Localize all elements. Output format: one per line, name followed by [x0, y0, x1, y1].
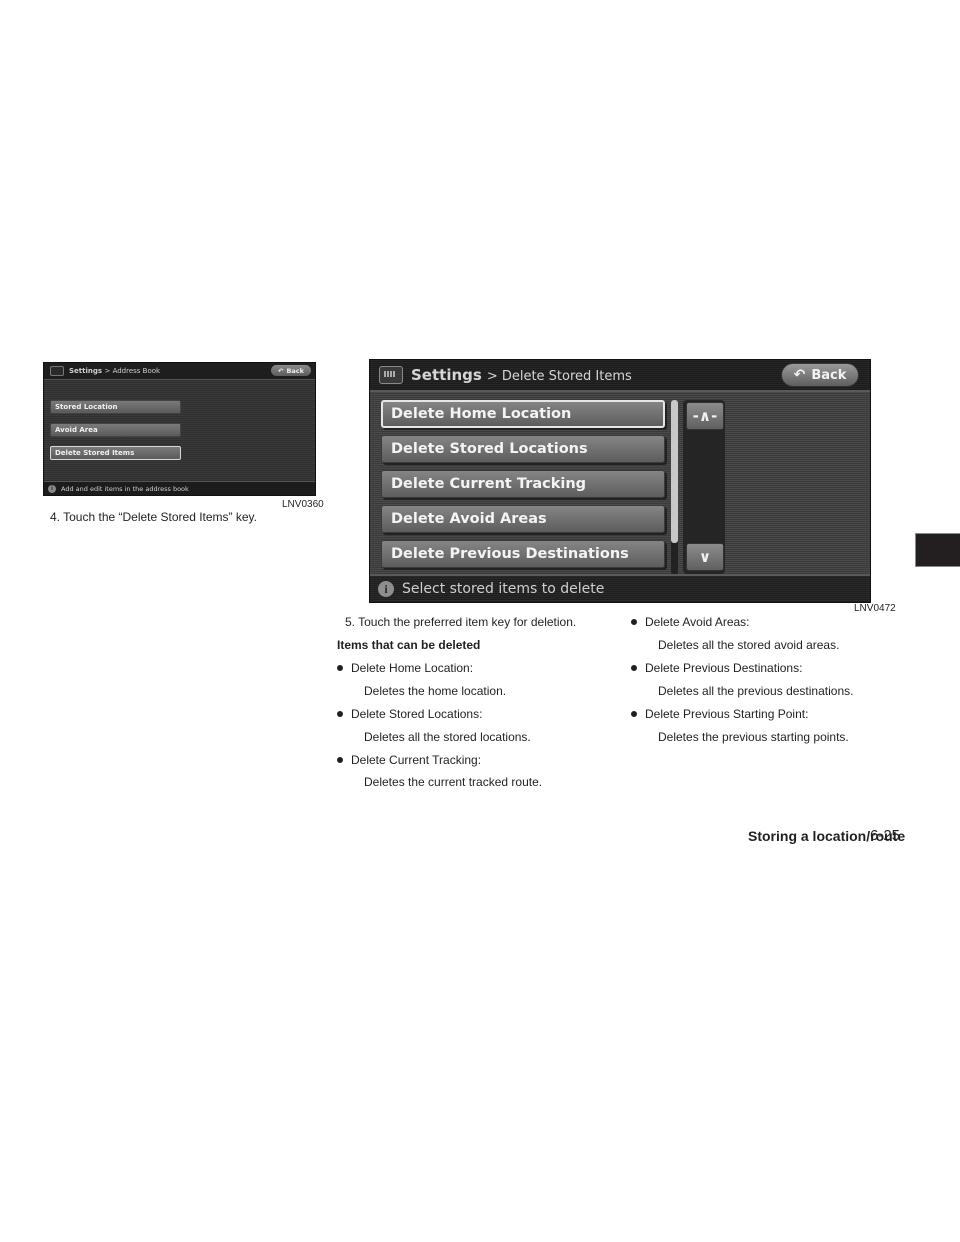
bullet-icon	[337, 664, 343, 671]
delete-stored-locations-key[interactable]: Delete Stored Locations	[381, 435, 665, 463]
screen-footer: i Add and edit items in the address book	[44, 481, 315, 495]
bullet-icon	[337, 710, 343, 717]
screen-header: Settings > Address Book ↶ Back	[44, 363, 315, 380]
delete-stored-items-key[interactable]: Delete Stored Items	[50, 446, 181, 460]
page-number: 6-25	[870, 827, 901, 844]
item-title: Delete Previous Starting Point:	[631, 707, 808, 721]
item-desc: Deletes the previous starting points.	[658, 730, 849, 744]
footer-message: Add and edit items in the address book	[61, 484, 189, 493]
back-arrow-icon: ↶	[793, 367, 806, 383]
item-title: Delete Home Location:	[337, 661, 473, 675]
info-icon: i	[48, 484, 56, 493]
step-4-text: 4. Touch the “Delete Stored Items” key.	[50, 510, 257, 524]
menu-icon[interactable]	[379, 366, 403, 384]
footer-message: Select stored items to delete	[402, 581, 605, 597]
figure-label: LNV0360	[282, 499, 324, 510]
item-desc: Deletes the current tracked route.	[364, 775, 543, 789]
menu-icon[interactable]	[50, 366, 64, 376]
item-desc: Deletes all the previous destinations.	[658, 684, 854, 698]
avoid-area-key[interactable]: Avoid Area	[50, 423, 181, 437]
item-desc: Deletes all the stored locations.	[364, 730, 531, 744]
bullet-icon	[631, 618, 637, 625]
bullet-icon	[631, 710, 637, 717]
items-heading: Items that can be deleted	[337, 638, 481, 652]
back-button[interactable]: ↶ Back	[781, 363, 859, 387]
double-chevron-up-icon: -∧-	[692, 407, 718, 425]
item-title: Delete Stored Locations:	[337, 707, 482, 721]
scroll-up-button[interactable]: -∧-	[686, 402, 724, 430]
bullet-icon	[631, 664, 637, 671]
delete-home-location-key[interactable]: Delete Home Location	[381, 400, 665, 428]
back-arrow-icon: ↶	[278, 366, 284, 375]
back-button[interactable]: ↶ Back	[271, 365, 311, 376]
item-desc: Deletes the home location.	[364, 684, 507, 698]
delete-stored-items-screenshot: Settings > Delete Stored Items ↶ Back Dele…	[369, 359, 871, 603]
delete-avoid-areas-key[interactable]: Delete Avoid Areas	[381, 505, 665, 533]
item-title: Delete Previous Destinations:	[631, 661, 802, 675]
step-5-text: 5. Touch the preferred item key for dele…	[345, 615, 577, 629]
scrollbar-thumb[interactable]	[671, 400, 678, 543]
item-title: Delete Current Tracking:	[337, 753, 481, 767]
screen-title: Settings > Address Book	[69, 367, 161, 375]
item-title: Delete Avoid Areas:	[631, 615, 750, 629]
double-chevron-down-icon: ∨	[698, 548, 712, 566]
screen-header: Settings > Delete Stored Items ↶ Back	[370, 360, 870, 392]
scroll-down-button[interactable]: ∨	[686, 543, 724, 571]
bullet-icon	[337, 756, 343, 763]
stored-location-key[interactable]: Stored Location	[50, 400, 181, 414]
chapter-tab	[915, 533, 960, 567]
item-desc: Deletes all the stored avoid areas.	[658, 638, 840, 652]
screen-footer: i Select stored items to delete	[370, 574, 870, 602]
delete-current-tracking-key[interactable]: Delete Current Tracking	[381, 470, 665, 498]
delete-previous-destinations-key[interactable]: Delete Previous Destinations	[381, 540, 665, 568]
info-icon: i	[378, 581, 394, 597]
figure-label: LNV0472	[854, 603, 896, 614]
address-book-screenshot: Settings > Address Book ↶ Back Stored Loc…	[43, 362, 316, 496]
screen-title: Settings > Delete Stored Items	[411, 366, 632, 384]
